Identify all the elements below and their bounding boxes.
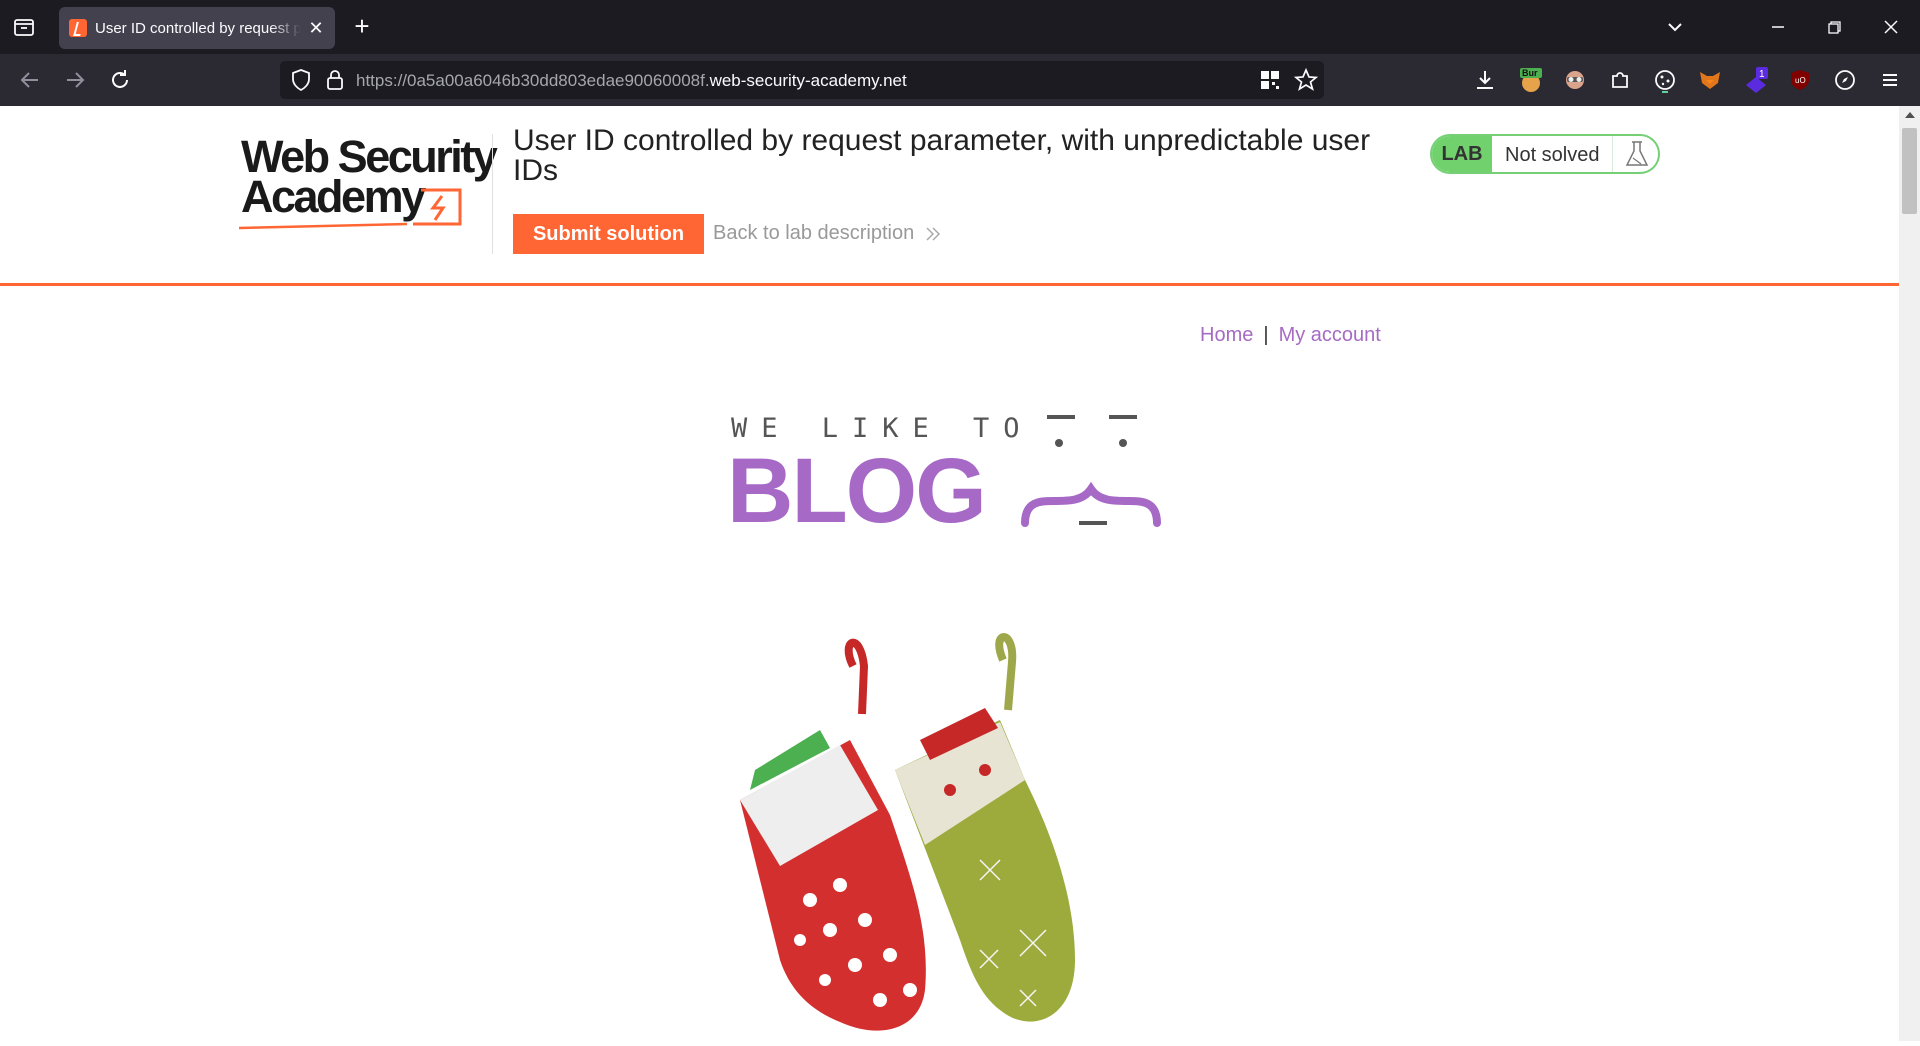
cookie-icon[interactable] <box>1652 67 1678 93</box>
close-tab-icon[interactable]: ✕ <box>307 19 325 37</box>
lab-status-widget: LAB Not solved <box>1430 134 1660 174</box>
lock-icon[interactable] <box>322 67 348 93</box>
blog-banner: WE LIKE TO BLOG <box>727 405 1169 542</box>
page-scrollbar[interactable] <box>1899 106 1920 1041</box>
double-chevron-right-icon[interactable] <box>924 224 942 244</box>
reload-icon[interactable] <box>107 67 133 93</box>
lab-badge: LAB <box>1432 136 1492 172</box>
ublock-icon[interactable]: uO <box>1787 67 1813 93</box>
site-nav: Home | My account <box>1200 324 1381 347</box>
browser-tab[interactable]: User ID controlled by request parameter,… <box>59 7 335 49</box>
navigation-bar: https://0a5a00a6046b30dd803edae90060008f… <box>0 54 1920 106</box>
home-link[interactable]: Home <box>1200 324 1253 346</box>
my-account-link[interactable]: My account <box>1279 324 1381 346</box>
purple-extension-icon[interactable]: 1 <box>1742 67 1768 93</box>
scrollbar-thumb[interactable] <box>1902 128 1917 214</box>
puzzle-extensions-icon[interactable] <box>1607 67 1633 93</box>
compass-icon[interactable] <box>1832 67 1858 93</box>
post-image-stockings[interactable] <box>680 630 1200 1041</box>
logo-mark-icon <box>238 188 462 230</box>
tab-bar: User ID controlled by request parameter,… <box>0 0 1920 54</box>
red-stocking-icon <box>740 638 926 1031</box>
web-security-academy-logo[interactable]: Web Security Academy <box>237 132 498 242</box>
lab-header: Web Security Academy User ID controlled … <box>0 106 1899 286</box>
menu-icon[interactable] <box>1877 67 1903 93</box>
bookmark-star-icon[interactable] <box>1293 67 1319 93</box>
url-text[interactable]: https://0a5a00a6046b30dd803edae90060008f… <box>356 71 907 91</box>
burp-badge: Bur <box>1522 68 1538 78</box>
nav-separator: | <box>1263 324 1269 346</box>
svg-text:uO: uO <box>1795 76 1806 85</box>
url-bar[interactable]: https://0a5a00a6046b30dd803edae90060008f… <box>280 61 1324 99</box>
banner-face-mark <box>1021 415 1161 527</box>
portswigger-favicon-icon <box>69 19 87 37</box>
tab-title: User ID controlled by request parameter,… <box>95 19 301 37</box>
flask-icon <box>1612 136 1658 172</box>
restore-icon[interactable] <box>1821 14 1847 40</box>
url-domain: web-security-academy.net <box>709 71 907 90</box>
lab-status-text: Not solved <box>1505 144 1600 166</box>
forward-arrow-icon[interactable] <box>62 67 88 93</box>
back-arrow-icon[interactable] <box>17 67 43 93</box>
header-divider <box>492 134 493 254</box>
profile-extension-icon[interactable] <box>1562 67 1588 93</box>
burp-extension-icon[interactable]: Bur <box>1518 67 1544 93</box>
back-to-lab-description-link[interactable]: Back to lab description <box>713 222 914 245</box>
banner-title: BLOG <box>727 440 987 542</box>
submit-solution-button[interactable]: Submit solution <box>513 214 704 254</box>
new-tab-button[interactable]: + <box>348 13 376 41</box>
close-window-icon[interactable] <box>1878 14 1904 40</box>
download-icon[interactable] <box>1472 67 1498 93</box>
tab-list-icon[interactable] <box>12 15 36 39</box>
chevron-down-icon[interactable] <box>1662 14 1688 40</box>
shield-icon[interactable] <box>288 67 314 93</box>
lab-title: User ID controlled by request parameter,… <box>513 124 1371 187</box>
qr-code-icon[interactable] <box>1257 67 1283 93</box>
minimize-icon[interactable] <box>1765 14 1791 40</box>
url-prefix: https://0a5a00a6046b30dd803edae90060008f… <box>356 71 710 90</box>
purple-badge: 1 <box>1759 69 1765 80</box>
fox-extension-icon[interactable] <box>1697 67 1723 93</box>
